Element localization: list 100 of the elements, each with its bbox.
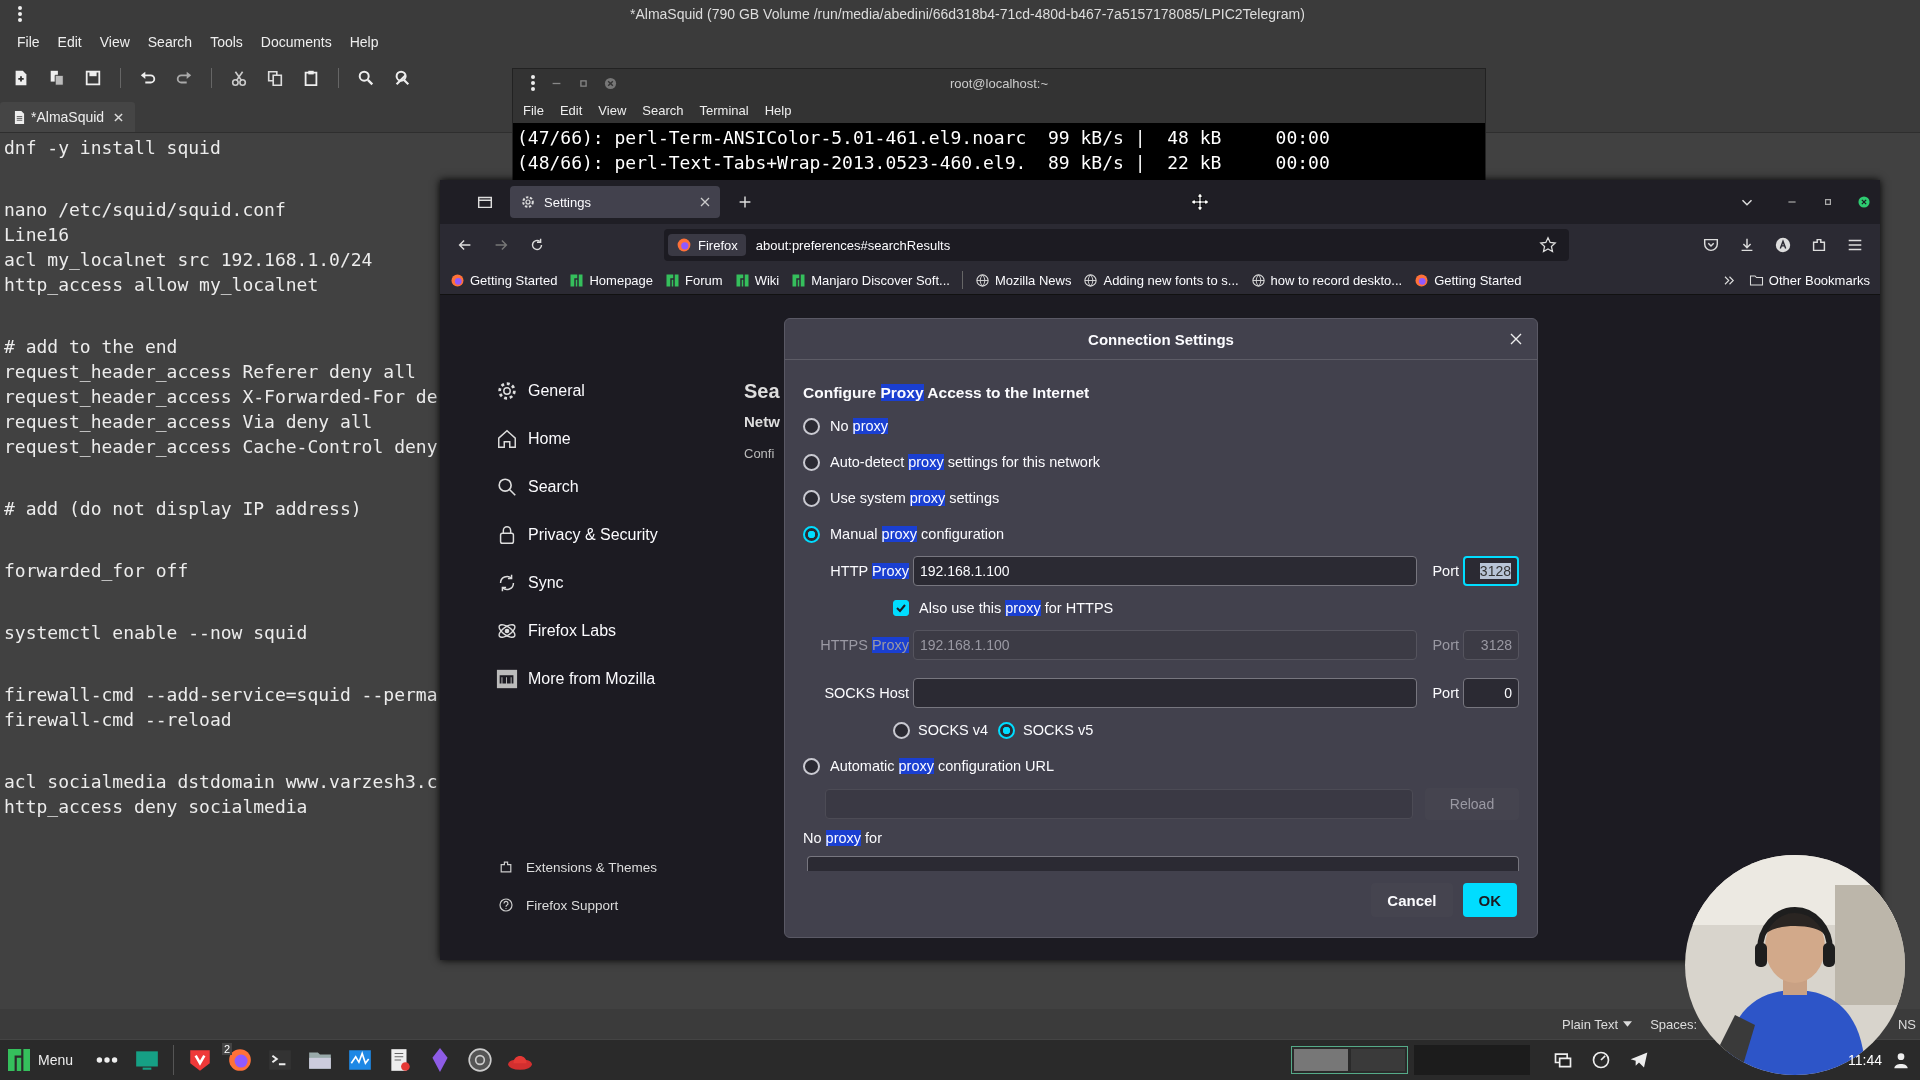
code-line: request_header_access Cache-Control deny — [4, 435, 438, 459]
checkbox-label[interactable]: Also use this proxy for HTTPS — [919, 600, 1114, 616]
category-item[interactable]: Firefox Labs — [488, 607, 625, 655]
globe-icon — [1083, 272, 1099, 288]
category-item[interactable]: Sync — [488, 559, 572, 607]
bookmark[interactable]: Adding new fonts to s... — [1083, 272, 1239, 288]
menu-item[interactable]: Edit — [551, 102, 591, 118]
document-icon — [14, 110, 25, 124]
input-field[interactable] — [913, 678, 1417, 708]
account-icon[interactable] — [1774, 236, 1792, 254]
maximize-icon[interactable] — [1822, 196, 1834, 208]
radio-label[interactable]: Auto-detect proxy settings for this network — [830, 454, 1100, 470]
radio-button[interactable] — [803, 417, 820, 435]
bookmark[interactable]: Getting Started — [1414, 272, 1522, 288]
menu-item[interactable]: View — [590, 102, 635, 118]
status-text: NS — [1897, 1016, 1916, 1032]
browser-tab[interactable]: Settings — [510, 186, 720, 218]
url-text: about:preferences#searchResults — [755, 237, 951, 253]
radio-button[interactable] — [803, 489, 820, 507]
pocket-icon[interactable] — [1702, 236, 1720, 254]
port-field[interactable]: 0 — [1463, 678, 1519, 708]
code-line: systemctl enable --now squid — [4, 621, 308, 645]
radio-label[interactable]: SOCKS v5 — [1023, 722, 1094, 738]
documents-icon[interactable] — [48, 69, 66, 87]
bookmark[interactable]: Manjaro Discover Soft... — [791, 272, 950, 288]
menu-item[interactable]: Documents — [251, 34, 341, 50]
paste-icon[interactable] — [302, 69, 320, 87]
category-item[interactable]: General — [488, 367, 593, 415]
category-item[interactable]: More from Mozilla — [488, 655, 664, 703]
code-line: request_header_access Via deny all — [4, 410, 373, 434]
windows-icon[interactable] — [1553, 1050, 1573, 1070]
terminal-line: (47/66): perl-Term-ANSIColor-5.01-461.el9.noarc 99 kB/s | 48 kB 00:00 — [517, 126, 1330, 150]
address-bar[interactable]: Firefox about:preferences#searchResults — [664, 229, 1569, 261]
replace-icon[interactable] — [393, 69, 411, 87]
radio-label[interactable]: Use system proxy settings — [830, 490, 1000, 506]
bookmark[interactable]: how to record deskto... — [1250, 272, 1403, 288]
bookmark[interactable]: Forum — [665, 272, 723, 288]
checkbox[interactable] — [893, 600, 909, 616]
category-item[interactable]: Home — [488, 415, 579, 463]
browser-logo-icon — [1414, 272, 1430, 288]
radio-label[interactable]: Automatic proxy configuration URL — [830, 758, 1055, 774]
bookmark[interactable]: Wiki — [734, 272, 780, 288]
radio-label[interactable]: Manual proxy configuration — [830, 526, 1005, 542]
star-icon[interactable] — [1539, 236, 1557, 254]
puzzle-icon[interactable] — [1810, 236, 1828, 254]
close-icon[interactable] — [1858, 196, 1870, 208]
menu-item[interactable]: View — [90, 34, 139, 50]
menu-item[interactable]: Help — [340, 34, 388, 50]
clock[interactable]: 11:44 — [1848, 1052, 1882, 1068]
menu-item[interactable]: Terminal — [691, 102, 757, 118]
indent-setting[interactable]: Spaces: — [1650, 1016, 1698, 1032]
identity-button[interactable]: Firefox — [668, 234, 746, 256]
workspace-switcher[interactable] — [1291, 1046, 1408, 1074]
save-icon[interactable] — [84, 69, 102, 87]
menu-icon[interactable] — [17, 5, 23, 23]
start-menu-button[interactable]: Menu — [0, 1040, 88, 1080]
record-icon[interactable] — [467, 1047, 494, 1073]
menu-item[interactable]: Search — [138, 34, 202, 50]
close-icon[interactable] — [700, 197, 710, 207]
field-label: Port — [1432, 563, 1459, 579]
radio-button[interactable] — [803, 757, 820, 775]
text-area[interactable] — [807, 856, 1519, 871]
bookmark[interactable]: Getting Started — [450, 272, 558, 288]
radio-button[interactable] — [998, 721, 1016, 739]
code-line: # add to the end — [4, 335, 178, 359]
menu-item[interactable]: Search — [634, 102, 692, 118]
monitor-icon[interactable] — [347, 1047, 374, 1073]
copy-icon[interactable] — [266, 69, 284, 87]
radio-button[interactable] — [803, 525, 820, 543]
bookmark[interactable]: Homepage — [569, 272, 654, 288]
ok-button[interactable]: OK — [1462, 883, 1517, 917]
close-icon[interactable] — [114, 112, 124, 122]
document-tab[interactable]: *AlmaSquid — [0, 102, 136, 132]
cut-icon[interactable] — [230, 69, 248, 87]
blocks-logo-icon — [8, 1049, 30, 1071]
network-icon[interactable] — [1591, 1050, 1611, 1070]
menu-item[interactable]: File — [8, 34, 49, 50]
menu-icon[interactable] — [530, 74, 536, 92]
category-item[interactable]: Search — [488, 463, 587, 511]
radio-button[interactable] — [803, 453, 820, 471]
input-field[interactable]: 192.168.1.100 — [913, 556, 1417, 586]
field-label: SOCKS Host — [824, 685, 909, 701]
code-line: nano /etc/squid/squid.conf — [4, 198, 286, 222]
paper-plane-icon[interactable] — [1629, 1050, 1649, 1070]
menu-item[interactable]: File — [515, 102, 552, 118]
footer-link[interactable]: Firefox Support — [488, 892, 736, 918]
radio-label[interactable]: SOCKS v4 — [918, 722, 989, 738]
other-bookmarks[interactable]: Other Bookmarks — [1748, 272, 1870, 288]
syntax-menu[interactable]: Plain Text — [1562, 1016, 1633, 1032]
mozilla-logo-icon — [496, 668, 518, 690]
radio-button[interactable] — [893, 721, 910, 739]
menu-item[interactable]: Edit — [48, 34, 91, 50]
menu-item[interactable]: Help — [756, 102, 800, 118]
menu-item[interactable]: Tools — [201, 34, 252, 50]
footer-link[interactable]: Extensions & Themes — [488, 854, 736, 880]
search-icon[interactable] — [357, 69, 375, 87]
terminal-icon[interactable] — [267, 1047, 294, 1073]
port-field[interactable]: 3128 — [1463, 556, 1519, 586]
bookmark[interactable]: Mozilla News — [974, 272, 1072, 288]
category-item[interactable]: Privacy & Security — [488, 511, 666, 559]
